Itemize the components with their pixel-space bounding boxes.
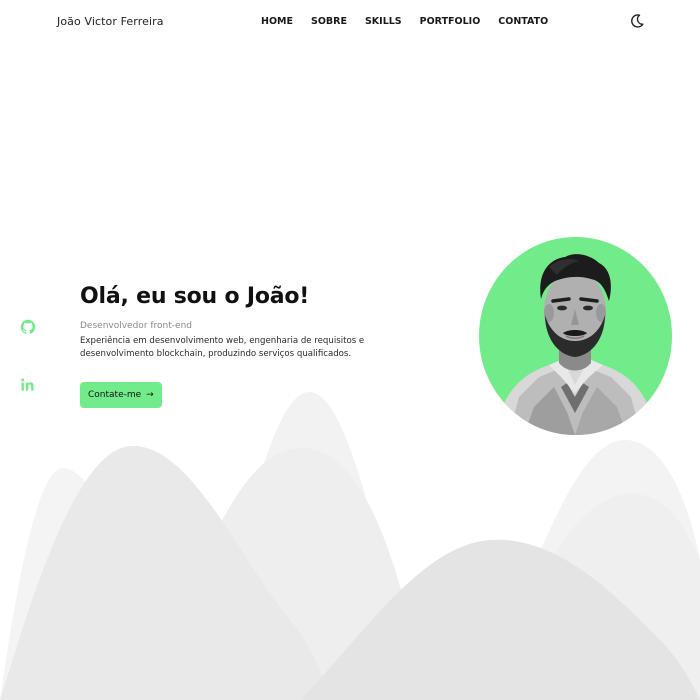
- moon-icon: [631, 14, 644, 28]
- hero-section: Olá, eu sou o João! Desenvolvedor front-…: [80, 284, 400, 408]
- nav-contato[interactable]: CONTATO: [498, 16, 548, 27]
- hero-subtitle: Desenvolvedor front-end: [80, 321, 192, 331]
- main-nav: HOME SOBRE SKILLS PORTFOLIO CONTATO: [261, 16, 566, 27]
- hero-description: Experiência em desenvolvimento web, enge…: [80, 336, 365, 359]
- nav-portfolio[interactable]: PORTFOLIO: [420, 16, 481, 27]
- nav-sobre[interactable]: SOBRE: [311, 16, 347, 27]
- contact-button-label: Contate-me: [88, 390, 142, 400]
- nav-home[interactable]: HOME: [261, 16, 293, 27]
- contact-button[interactable]: Contate-me →: [80, 382, 162, 408]
- linkedin-icon: [21, 378, 34, 391]
- site-header: João Victor Ferreira HOME SOBRE SKILLS P…: [0, 0, 700, 44]
- github-link[interactable]: [20, 319, 38, 337]
- avatar: [479, 237, 672, 435]
- brand-name[interactable]: João Victor Ferreira: [57, 15, 164, 28]
- linkedin-link[interactable]: [20, 377, 38, 395]
- hero-title: Olá, eu sou o João!: [80, 284, 310, 309]
- avatar-illustration: [479, 237, 672, 435]
- arrow-right-icon: →: [146, 390, 154, 400]
- nav-skills[interactable]: SKILLS: [365, 16, 402, 27]
- github-icon: [20, 319, 36, 334]
- theme-toggle-button[interactable]: [629, 13, 645, 29]
